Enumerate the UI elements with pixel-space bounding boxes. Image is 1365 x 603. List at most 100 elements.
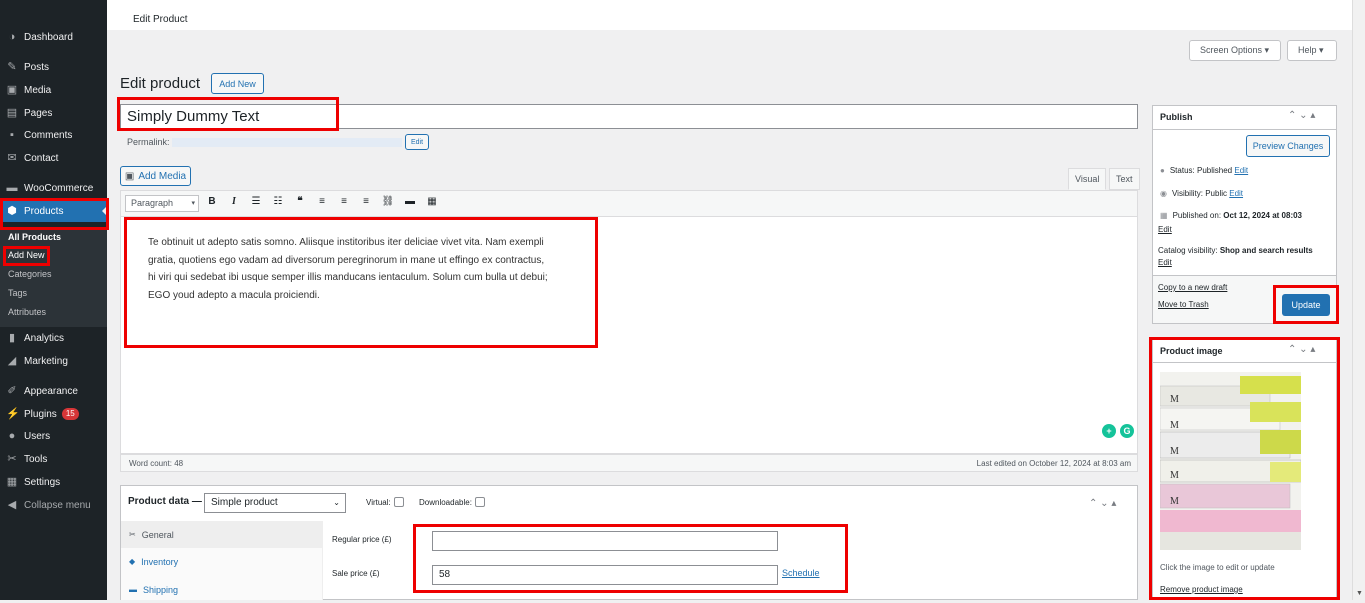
sidebar-item-label: Collapse menu (24, 499, 91, 511)
downloadable-checkbox[interactable] (474, 497, 485, 507)
publish-title: Publish (1160, 112, 1193, 122)
sidebar-item-pages[interactable]: ▤ Pages (0, 102, 107, 124)
status-edit-link[interactable]: Edit (1234, 166, 1248, 175)
read-more-icon[interactable]: ▬ (403, 196, 417, 207)
link-icon[interactable]: ⛓ (381, 196, 395, 207)
submenu-add-new[interactable]: Add New (8, 250, 45, 260)
sidebar-item-analytics[interactable]: ▮ Analytics (0, 327, 107, 349)
sale-price-input[interactable]: 58 (432, 565, 778, 585)
dashboard-icon: ◑ (8, 31, 16, 43)
product-data-controls[interactable]: ⌃ ⌄ ▴ (1089, 498, 1116, 509)
blockquote-icon[interactable]: ❝ (293, 196, 307, 207)
grammarly-icon[interactable]: G (1120, 424, 1134, 438)
megaphone-icon: ◢ (7, 355, 17, 367)
virtual-checkbox[interactable] (393, 497, 404, 507)
sidebar-item-marketing[interactable]: ◢ Marketing (0, 350, 107, 372)
visibility-edit-link[interactable]: Edit (1229, 189, 1243, 198)
divider (1152, 129, 1337, 130)
catalog-edit-link[interactable]: Edit (1158, 258, 1172, 267)
preview-changes-button[interactable]: Preview Changes (1246, 135, 1330, 157)
submenu-categories[interactable]: Categories (8, 269, 52, 279)
format-select[interactable]: Paragraph ▾ (125, 195, 199, 212)
remove-product-image-link[interactable]: Remove product image (1160, 585, 1243, 594)
sidebar-item-media[interactable]: ▣ Media (0, 79, 107, 101)
regular-price-input[interactable] (432, 531, 778, 551)
schedule-link[interactable]: Schedule (782, 568, 820, 578)
virtual-checkbox-row[interactable]: Virtual: (366, 497, 404, 507)
product-image-title: Product image (1160, 346, 1223, 356)
tab-visual[interactable]: Visual (1068, 168, 1107, 190)
permalink-row: Permalink: (127, 137, 403, 148)
sidebar-item-label: Comments (24, 129, 73, 141)
published-edit-link[interactable]: Edit (1158, 225, 1172, 234)
permalink-edit-button[interactable]: Edit (405, 134, 429, 150)
sidebar-item-label: Dashboard (24, 31, 73, 43)
product-title-input[interactable]: Simply Dummy Text (120, 104, 1138, 129)
editor-text[interactable]: Te obtinuit ut adepto satis somno. Aliis… (148, 234, 548, 304)
editor-status-bar: Word count: 48 Last edited on October 12… (120, 454, 1138, 472)
sidebar-item-settings[interactable]: ▦ Settings (0, 471, 107, 493)
scroll-down-icon[interactable]: ▼ (1356, 590, 1363, 597)
product-type-select[interactable]: Simple product ⌄ (204, 493, 346, 513)
align-right-icon[interactable]: ≡ (359, 196, 373, 207)
numbered-list-icon[interactable]: ☷ (271, 196, 285, 207)
wrench-icon: ✂ (129, 530, 136, 539)
tab-general[interactable]: ✂ General (121, 521, 323, 548)
submenu-tags[interactable]: Tags (8, 288, 27, 298)
sidebar-item-users[interactable]: ● Users (0, 425, 107, 447)
catalog-visibility-row: Catalog visibility: Shop and search resu… (1158, 246, 1313, 255)
sidebar-item-comments[interactable]: ▪ Comments (0, 124, 107, 146)
downloadable-checkbox-row[interactable]: Downloadable: (419, 497, 485, 507)
last-edited: Last edited on October 12, 2024 at 8:03 … (976, 459, 1131, 468)
page-breadcrumb: Edit Product (133, 14, 188, 25)
align-center-icon[interactable]: ≡ (337, 196, 351, 207)
add-new-button[interactable]: Add New (211, 73, 264, 94)
submenu-all-products[interactable]: All Products (8, 232, 61, 242)
word-count: Word count: 48 (129, 459, 184, 468)
permalink-url[interactable] (172, 138, 403, 148)
sidebar-item-plugins[interactable]: ⚡ Plugins 15 (0, 403, 107, 425)
italic-icon[interactable]: I (227, 196, 241, 207)
bold-icon[interactable]: B (205, 196, 219, 207)
svg-text:M: M (1170, 470, 1179, 481)
sidebar-item-label: Products (24, 205, 64, 217)
sidebar-item-label: Tools (24, 453, 48, 465)
tab-shipping[interactable]: ▬ Shipping (121, 576, 323, 603)
truck-icon: ▬ (129, 585, 137, 594)
sidebar-item-label: Users (24, 430, 51, 442)
wrench-icon: ✂ (7, 453, 17, 465)
sidebar-item-dashboard[interactable]: ◑ Dashboard (0, 26, 107, 48)
sidebar-item-woocommerce[interactable]: ▬ WooCommerce (0, 177, 107, 199)
box-controls[interactable]: ⌃ ⌄ ▴ (1288, 344, 1315, 355)
regular-price-label: Regular price (£) (332, 535, 392, 544)
copy-draft-link[interactable]: Copy to a new draft (1158, 283, 1227, 292)
toolbar-toggle-icon[interactable]: ▦ (425, 196, 439, 207)
page-scrollbar[interactable]: ▼ (1352, 0, 1365, 600)
screen-options-button[interactable]: Screen Options ▾ (1189, 40, 1281, 61)
product-image-thumbnail[interactable]: M M M M M (1160, 372, 1301, 550)
sidebar-item-label: Pages (24, 107, 53, 119)
sidebar-item-contact[interactable]: ✉ Contact (0, 147, 107, 169)
help-button[interactable]: Help ▾ (1287, 40, 1337, 61)
tab-inventory[interactable]: ◆ Inventory (121, 548, 323, 575)
permalink-label: Permalink: (127, 137, 170, 147)
grammarly-add-icon[interactable]: + (1102, 424, 1116, 438)
sidebar-item-posts[interactable]: ✎ Posts (0, 56, 107, 78)
align-left-icon[interactable]: ≡ (315, 196, 329, 207)
bullet-list-icon[interactable]: ☰ (249, 196, 263, 207)
add-media-button[interactable]: ▣ Add Media (120, 166, 191, 186)
box-controls[interactable]: ⌃ ⌄ ▴ (1288, 110, 1315, 121)
tab-text[interactable]: Text (1109, 168, 1140, 190)
sidebar-item-collapse-menu[interactable]: ◀ Collapse menu (0, 494, 107, 516)
media-icon: ▣ (6, 84, 18, 96)
sidebar-item-products[interactable]: ⬢ Products (0, 200, 107, 222)
editor-head (120, 153, 1138, 190)
svg-text:M: M (1170, 420, 1179, 431)
chevron-down-icon: ⌄ (333, 498, 340, 507)
sidebar-item-tools[interactable]: ✂ Tools (0, 448, 107, 470)
submenu-attributes[interactable]: Attributes (8, 307, 46, 317)
sidebar-item-label: Posts (24, 61, 50, 73)
sidebar-item-appearance[interactable]: ✐ Appearance (0, 380, 107, 402)
update-button[interactable]: Update (1282, 294, 1330, 316)
move-to-trash-link[interactable]: Move to Trash (1158, 300, 1209, 309)
